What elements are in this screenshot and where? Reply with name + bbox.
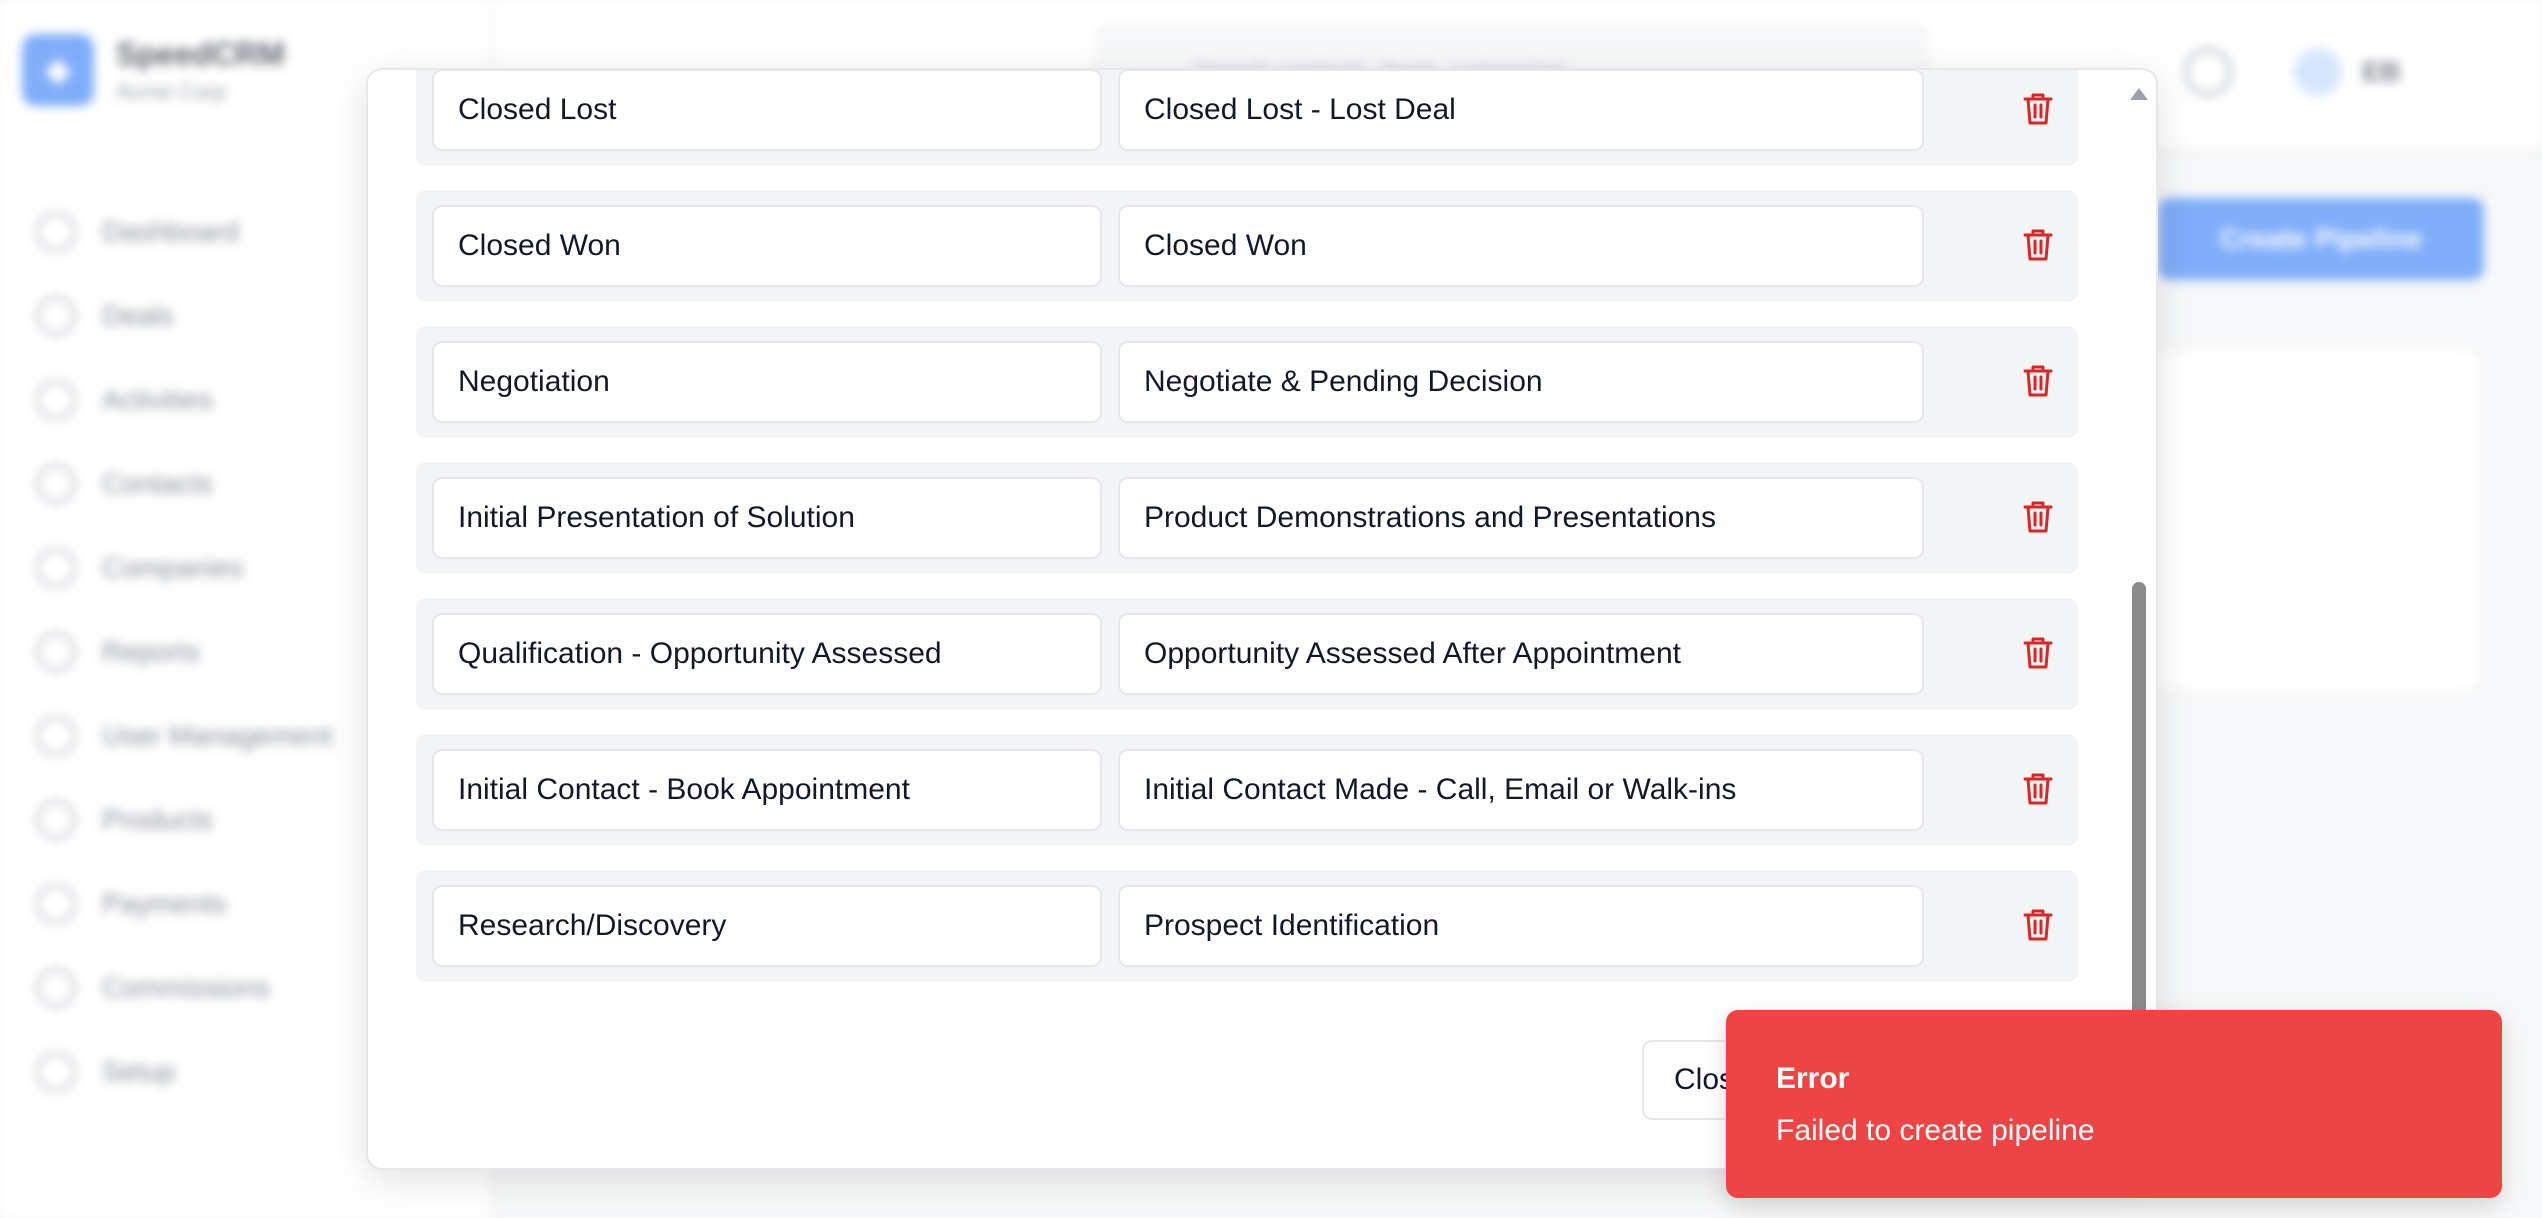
stage-name-input[interactable] xyxy=(432,749,1102,831)
stage-description-input[interactable] xyxy=(1118,341,1924,423)
trash-icon xyxy=(2023,772,2053,809)
delete-stage-button[interactable] xyxy=(2016,632,2060,676)
stage-row xyxy=(416,326,2078,438)
trash-icon xyxy=(2023,636,2053,673)
stage-name-input[interactable] xyxy=(432,70,1102,151)
trash-icon xyxy=(2023,908,2053,945)
trash-icon xyxy=(2023,92,2053,129)
trash-icon xyxy=(2023,500,2053,537)
delete-stage-button[interactable] xyxy=(2016,224,2060,268)
delete-stage-button[interactable] xyxy=(2016,88,2060,132)
toast-message: Failed to create pipeline xyxy=(1776,1114,2095,1147)
stage-description-input[interactable] xyxy=(1118,885,1924,967)
stage-name-input[interactable] xyxy=(432,613,1102,695)
delete-stage-button[interactable] xyxy=(2016,360,2060,404)
toast-title: Error xyxy=(1776,1062,1850,1095)
stage-name-input[interactable] xyxy=(432,477,1102,559)
stage-description-input[interactable] xyxy=(1118,613,1924,695)
stage-row xyxy=(416,190,2078,302)
stage-row xyxy=(416,734,2078,846)
stage-name-input[interactable] xyxy=(432,885,1102,967)
stage-description-input[interactable] xyxy=(1118,70,1924,151)
stage-description-input[interactable] xyxy=(1118,205,1924,287)
delete-stage-button[interactable] xyxy=(2016,768,2060,812)
stage-name-input[interactable] xyxy=(432,341,1102,423)
stage-row xyxy=(416,870,2078,982)
trash-icon xyxy=(2023,364,2053,401)
pipeline-modal: Close xyxy=(366,68,2158,1170)
stage-name-input[interactable] xyxy=(432,205,1102,287)
stage-description-input[interactable] xyxy=(1118,749,1924,831)
delete-stage-button[interactable] xyxy=(2016,904,2060,948)
scroll-up-arrow-icon[interactable] xyxy=(2130,88,2148,100)
stage-row xyxy=(416,70,2078,166)
error-toast[interactable]: Error Failed to create pipeline xyxy=(1726,1010,2502,1198)
stage-row xyxy=(416,462,2078,574)
stage-row xyxy=(416,598,2078,710)
trash-icon xyxy=(2023,228,2053,265)
delete-stage-button[interactable] xyxy=(2016,496,2060,540)
stage-description-input[interactable] xyxy=(1118,477,1924,559)
